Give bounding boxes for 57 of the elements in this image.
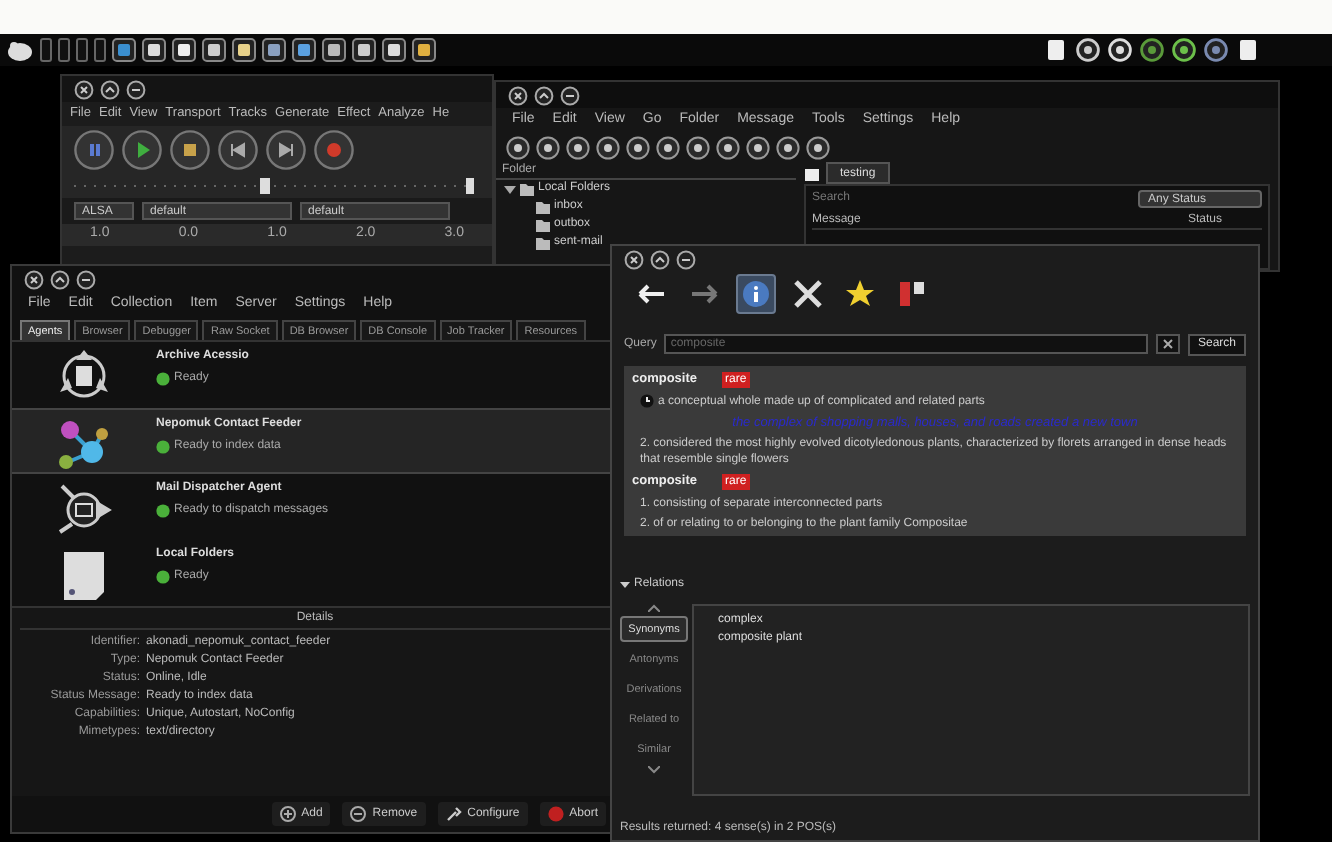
desktop-pager-icon[interactable] — [40, 38, 52, 62]
launcher-icon[interactable] — [6, 38, 34, 62]
stop-sign-icon — [547, 806, 564, 822]
tray-icon[interactable] — [1044, 38, 1068, 62]
pause-icon[interactable] — [74, 130, 114, 170]
application-icon[interactable] — [292, 38, 316, 62]
skip-start-icon[interactable] — [218, 130, 258, 170]
maximize-icon[interactable] — [534, 85, 554, 105]
scroll-down-icon[interactable] — [648, 765, 660, 773]
info-icon — [740, 278, 772, 310]
application-icon[interactable] — [232, 38, 256, 62]
minimize-icon[interactable] — [676, 249, 696, 269]
tray-icon[interactable] — [1204, 38, 1228, 62]
clear-icon — [1161, 338, 1174, 350]
application-icon[interactable] — [142, 38, 166, 62]
application-icon[interactable] — [262, 38, 286, 62]
plus-icon — [279, 806, 296, 822]
maximize-icon[interactable] — [650, 249, 670, 269]
maximize-icon[interactable] — [50, 269, 70, 289]
desktop-pager-icon[interactable] — [76, 38, 88, 62]
wrench-icon — [445, 806, 462, 822]
tray-icon[interactable] — [1172, 38, 1196, 62]
star-icon — [844, 278, 876, 310]
minimize-icon[interactable] — [126, 79, 146, 99]
maximize-icon[interactable] — [100, 79, 120, 99]
stop-icon[interactable] — [170, 130, 210, 170]
tools-icon — [792, 278, 824, 310]
tray-icon[interactable] — [1140, 38, 1164, 62]
desktop-pager-icon[interactable] — [94, 38, 106, 62]
toolbar-button[interactable] — [736, 274, 776, 314]
application-icon[interactable] — [412, 38, 436, 62]
expanded-arrow-icon[interactable] — [620, 580, 630, 590]
skip-end-icon[interactable] — [266, 130, 306, 170]
application-icon[interactable] — [382, 38, 406, 62]
application-icon[interactable] — [202, 38, 226, 62]
network-nodes-icon — [56, 416, 112, 472]
new-tab-icon[interactable] — [804, 165, 820, 181]
clear-button[interactable] — [1155, 334, 1180, 354]
volume-slider-drawing[interactable] — [74, 178, 474, 194]
play-icon[interactable] — [122, 130, 162, 170]
application-icon[interactable] — [322, 38, 346, 62]
status-dot-icon — [156, 372, 170, 386]
tray-icon[interactable] — [1236, 38, 1260, 62]
flag-icon — [896, 278, 928, 310]
record-icon[interactable] — [314, 130, 354, 170]
tray-icon[interactable] — [1076, 38, 1100, 62]
application-icon[interactable] — [352, 38, 376, 62]
status-dot-icon — [156, 504, 170, 518]
minimize-icon[interactable] — [560, 85, 580, 105]
desktop-pager-icon[interactable] — [58, 38, 70, 62]
expanded-arrow-icon[interactable] — [504, 183, 516, 195]
application-icon[interactable] — [172, 38, 196, 62]
status-dot-icon — [156, 440, 170, 454]
minimize-icon[interactable] — [76, 269, 96, 289]
scroll-up-icon[interactable] — [648, 603, 660, 611]
minus-icon — [350, 806, 367, 822]
status-dot-icon — [156, 570, 170, 584]
